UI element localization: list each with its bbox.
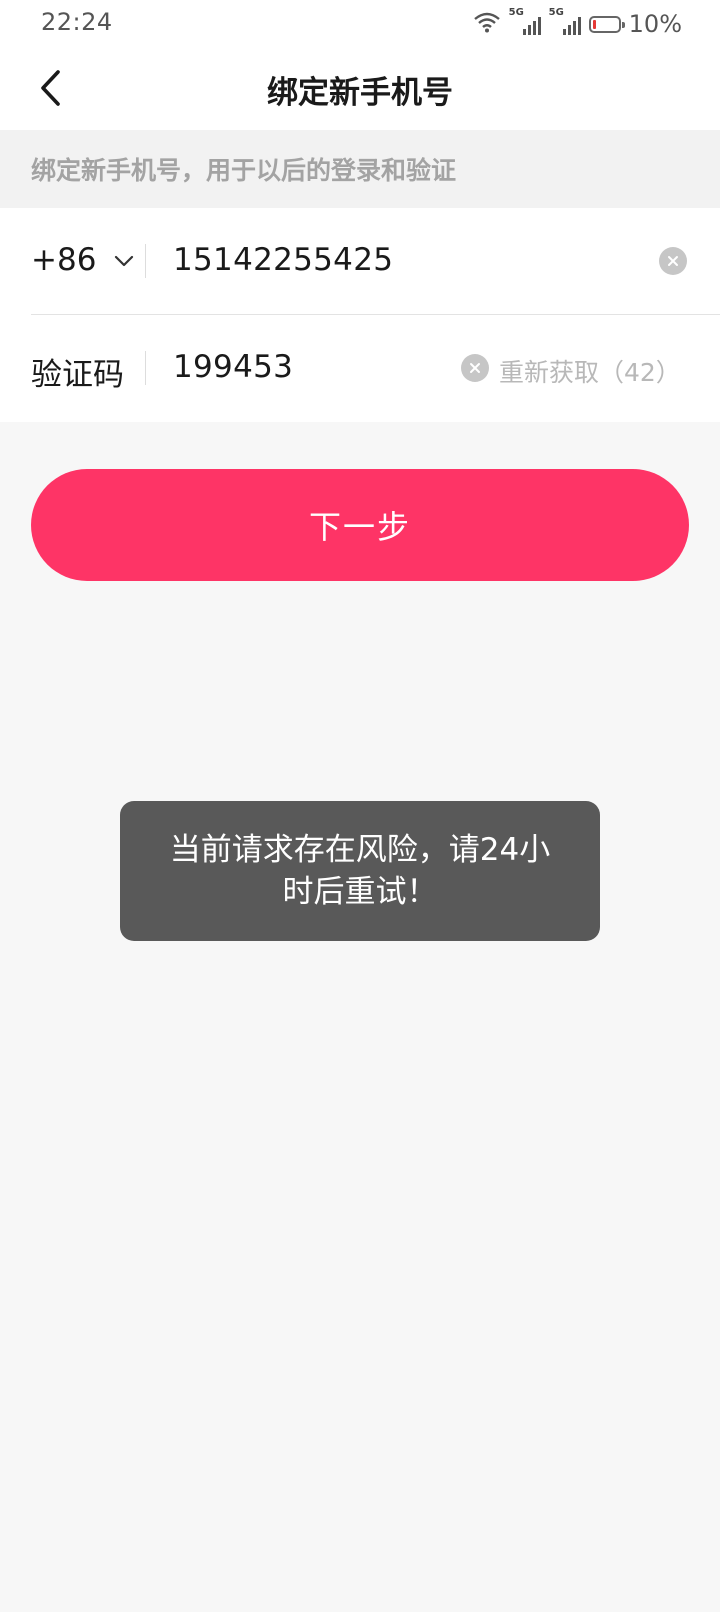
close-circle-icon xyxy=(470,363,480,373)
signal-icon: 5G xyxy=(549,7,581,35)
network-type-label: 5G xyxy=(508,7,524,18)
next-button[interactable]: 下一步 xyxy=(31,469,689,581)
battery-level xyxy=(592,19,596,29)
code-input[interactable]: 199453 xyxy=(173,349,293,385)
toast-message: 当前请求存在风险，请24小时后重试！ xyxy=(120,801,600,941)
status-time: 22:24 xyxy=(41,8,113,36)
divider xyxy=(145,244,146,278)
header: 绑定新手机号 xyxy=(0,48,720,130)
chevron-down-icon[interactable] xyxy=(114,252,134,271)
phone-row: +86 15142255425 xyxy=(0,208,720,314)
divider xyxy=(145,351,146,385)
wifi-icon xyxy=(473,11,501,37)
battery-percentage: 10% xyxy=(628,10,682,38)
clear-code-button[interactable] xyxy=(461,354,489,382)
signal-icon: 5G xyxy=(509,7,541,35)
network-type-label: 5G xyxy=(548,7,564,18)
battery-icon xyxy=(588,15,625,33)
code-label: 验证码 xyxy=(31,357,124,393)
close-circle-icon xyxy=(668,256,678,266)
hint-banner: 绑定新手机号，用于以后的登录和验证 xyxy=(0,130,720,208)
form-card: +86 15142255425 验证码 199453 重新获取（42） xyxy=(0,208,720,422)
country-code-selector[interactable]: +86 xyxy=(31,242,96,278)
hint-text: 绑定新手机号，用于以后的登录和验证 xyxy=(31,156,457,185)
resend-code-button[interactable]: 重新获取（42） xyxy=(499,353,681,389)
phone-input[interactable]: 15142255425 xyxy=(173,242,393,278)
page-title: 绑定新手机号 xyxy=(267,75,453,111)
status-bar: 22:24 5G 5G 10% xyxy=(0,0,720,48)
code-row: 验证码 199453 重新获取（42） xyxy=(0,315,720,421)
clear-phone-button[interactable] xyxy=(659,247,687,275)
status-icons: 5G 5G 10% xyxy=(473,7,682,40)
